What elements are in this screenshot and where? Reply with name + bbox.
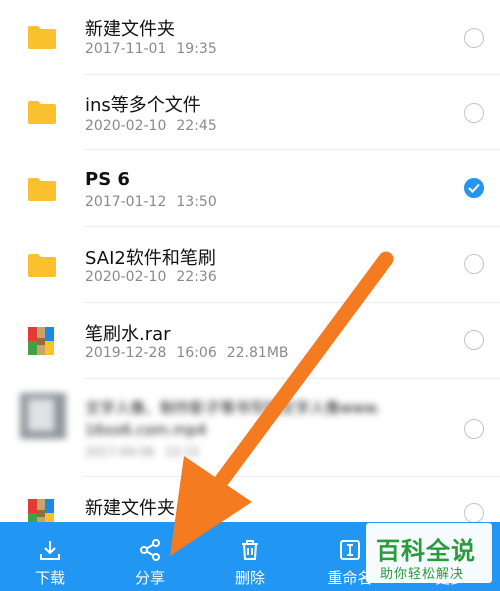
checkmark-icon (468, 183, 480, 193)
file-name: SAI2软件和笔刷 (85, 248, 216, 269)
download-button[interactable]: 下载 (0, 522, 100, 591)
file-meta: 2019-12-28 16:06 22.81MB (85, 345, 289, 361)
select-checkbox[interactable] (464, 103, 484, 123)
file-row[interactable]: PS 6 2017-01-12 13:50 (0, 150, 500, 227)
file-meta: 2017-09-06 15:15 (85, 445, 199, 459)
select-checkbox[interactable] (464, 503, 484, 522)
file-date: 2019-12-28 (85, 345, 167, 361)
download-label: 下载 (34, 569, 65, 587)
file-name-line2: 16xx6.com.mp4 (85, 421, 207, 439)
file-time: 15:15 (164, 445, 200, 459)
file-time: 13:50 (176, 194, 217, 210)
file-time: 22:45 (176, 118, 217, 134)
download-icon (40, 541, 60, 560)
share-icon (140, 539, 160, 561)
delete-button[interactable]: 删除 (200, 522, 300, 591)
file-row[interactable]: 新建文件夹 2017-11-01 19:35 (0, 0, 500, 75)
file-name: 文字人像、制作影子等书写的文字人像www. (85, 399, 381, 417)
select-checkbox[interactable] (464, 254, 484, 274)
file-date: 2017-09-06 (85, 445, 155, 459)
video-thumbnail (20, 393, 66, 439)
archive-icon (28, 499, 54, 522)
file-name: PS 6 (85, 169, 130, 190)
file-date: 2017-01-12 (85, 194, 167, 210)
select-checkbox[interactable] (464, 28, 484, 48)
file-date: 2020-02-10 (85, 118, 167, 134)
file-name: 新建文件夹 (85, 19, 175, 40)
file-row[interactable]: 笔刷水.rar 2019-12-28 16:06 22.81MB (0, 303, 500, 379)
select-checkbox[interactable] (464, 330, 484, 350)
file-meta: 2017-01-12 13:50 (85, 194, 217, 210)
folder-icon (28, 178, 56, 201)
file-name: 新建文件夹. (85, 498, 181, 519)
folder-icon (28, 26, 56, 49)
watermark-subtitle: 助你轻松解决 (380, 567, 465, 582)
file-row[interactable]: ins等多个文件 2020-02-10 22:45 (0, 75, 500, 150)
trash-icon (242, 540, 258, 560)
file-meta: 2020-02-10 22:45 (85, 118, 217, 134)
file-row[interactable]: SAI2软件和笔刷 2020-02-10 22:36 (0, 227, 500, 303)
file-size: 22.81MB (226, 345, 289, 361)
file-meta: 2020-02-10 22:36 (85, 269, 217, 285)
file-name: ins等多个文件 (85, 95, 201, 116)
watermark-logo: 百科全说 助你轻松解决 (366, 523, 492, 583)
file-date: 2020-02-10 (85, 269, 167, 285)
file-row[interactable]: 新建文件夹. (0, 477, 500, 522)
delete-label: 删除 (234, 569, 265, 587)
rename-icon (340, 540, 360, 560)
file-name: 笔刷水.rar (85, 324, 171, 345)
file-meta: 2017-11-01 19:35 (85, 41, 217, 57)
file-time: 19:35 (176, 41, 217, 57)
file-time: 16:06 (176, 345, 217, 361)
select-checkbox[interactable] (464, 178, 484, 198)
share-button[interactable]: 分享 (100, 522, 200, 591)
archive-icon (28, 327, 54, 355)
folder-icon (28, 101, 56, 124)
file-row[interactable]: 文字人像、制作影子等书写的文字人像www. 16xx6.com.mp4 2017… (0, 379, 500, 477)
select-checkbox[interactable] (464, 419, 484, 439)
file-date: 2017-11-01 (85, 41, 167, 57)
watermark-title: 百科全说 (376, 537, 476, 565)
share-label: 分享 (134, 569, 165, 587)
file-time: 22:36 (176, 269, 217, 285)
folder-icon (28, 254, 56, 277)
